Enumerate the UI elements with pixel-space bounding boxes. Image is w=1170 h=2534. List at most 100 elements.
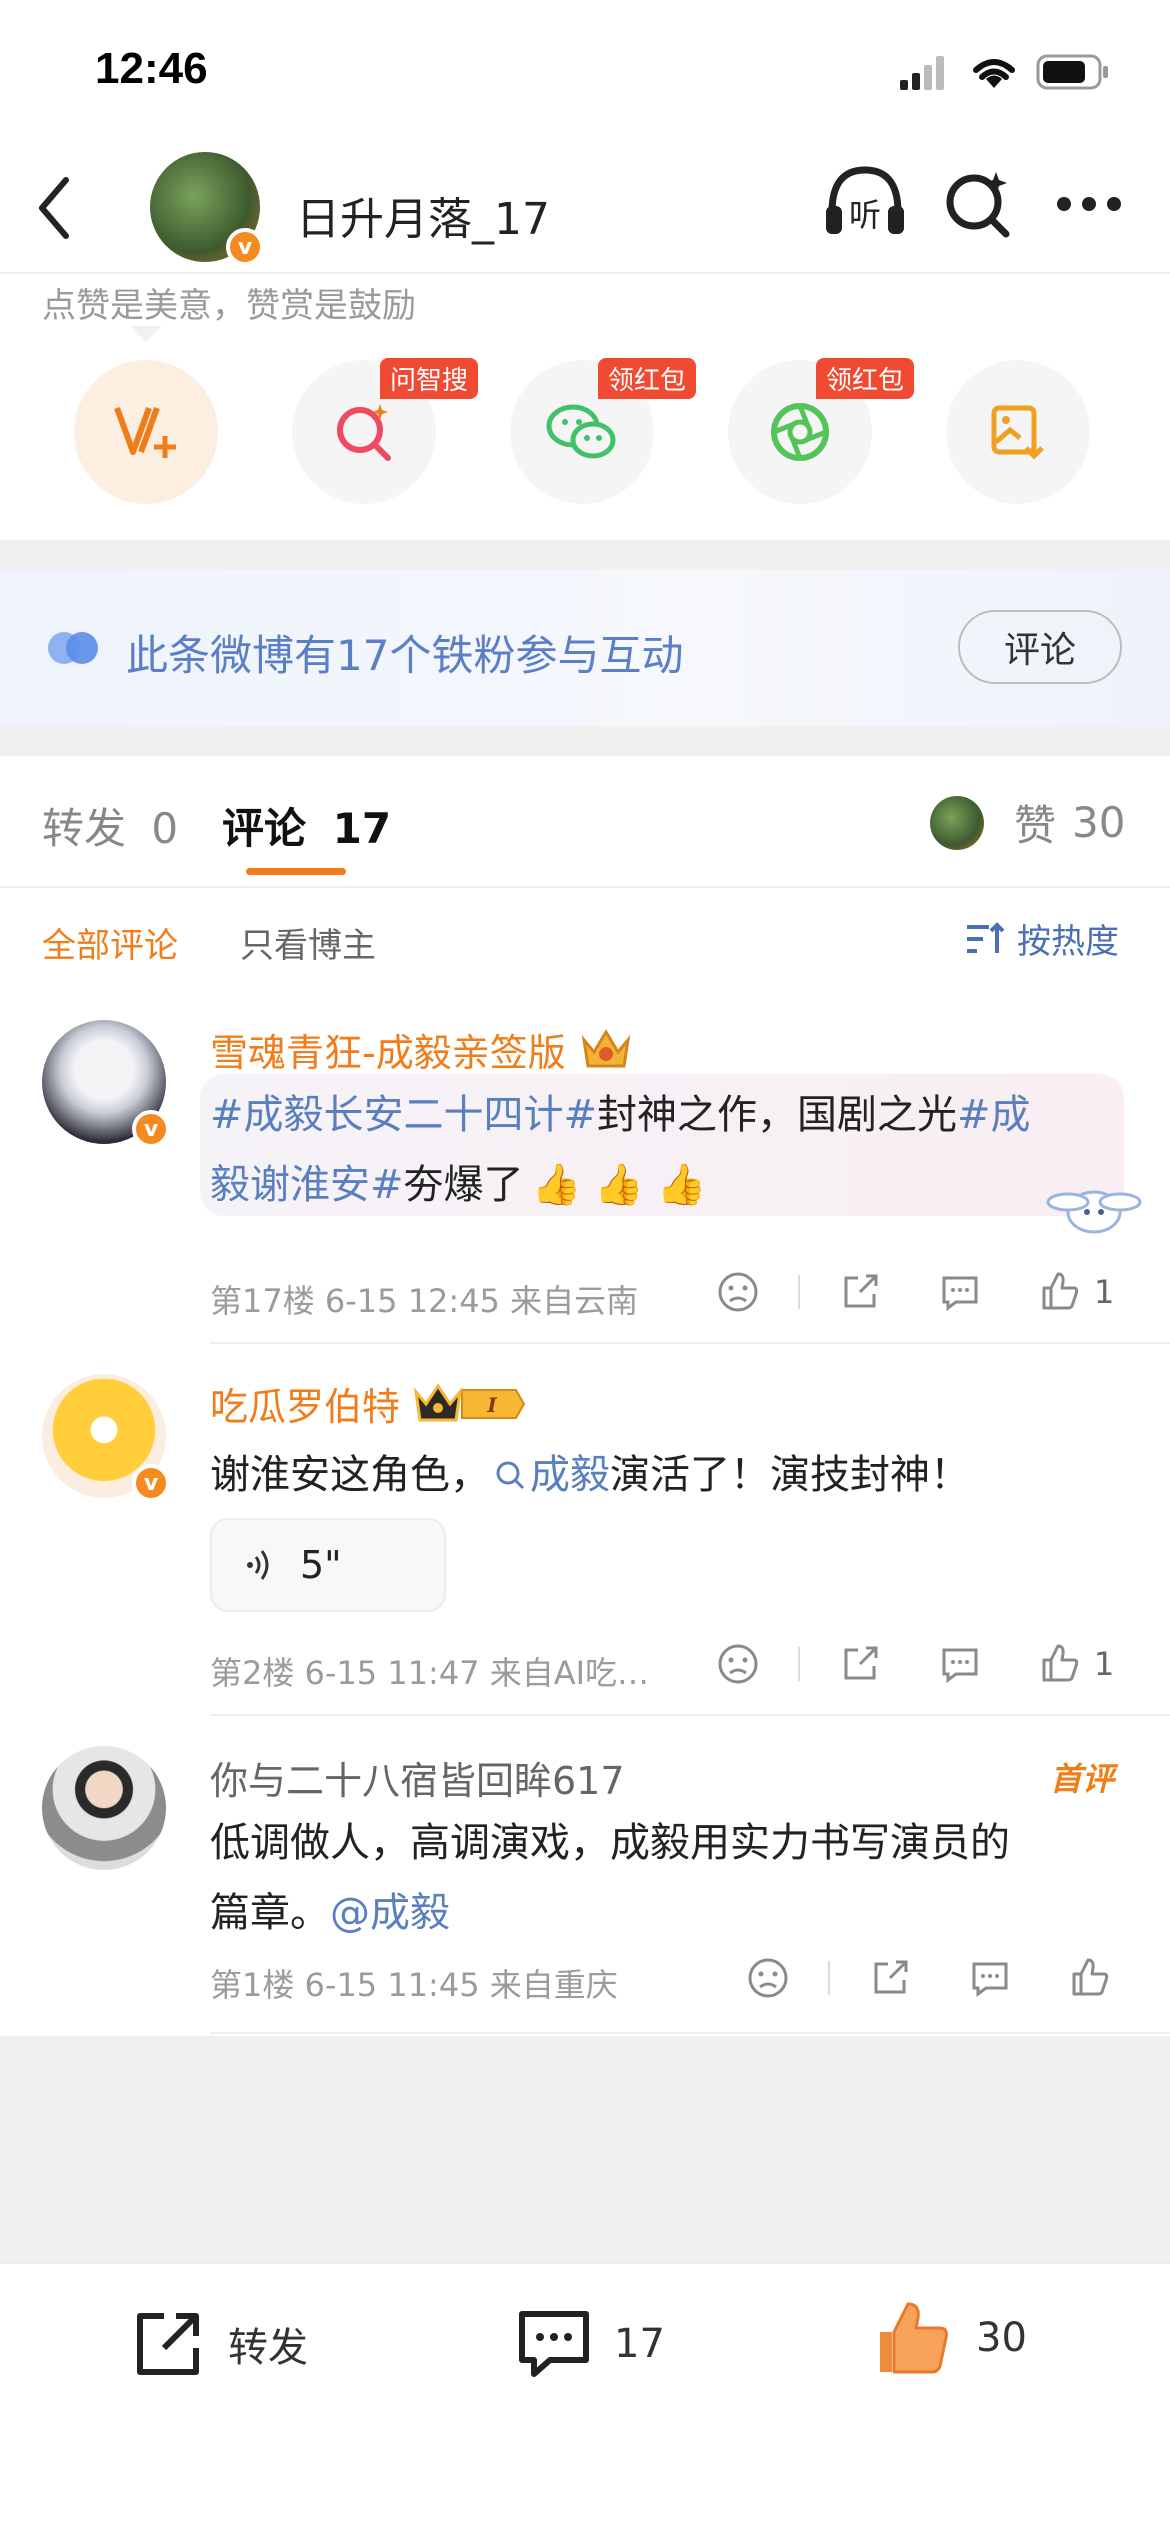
first-comment-badge: 首评 — [1050, 1760, 1115, 1798]
tab-comments[interactable]: 评论 17 — [222, 795, 391, 856]
comment-2-likes: 1 — [1094, 1645, 1115, 1683]
tabs-divider — [0, 886, 1170, 888]
fan-comment-button[interactable]: 评论 — [958, 610, 1122, 684]
more-icon[interactable] — [1056, 196, 1122, 216]
share-icon[interactable] — [838, 1270, 882, 1314]
ai-search-tag: 问智搜 — [380, 358, 479, 399]
comment-1-actions: 1 — [716, 1270, 1114, 1314]
section-gap — [0, 540, 1170, 570]
comment-2-meta: 第2楼 6-15 11:47 来自AI吃… — [210, 1654, 650, 1692]
comment-3-meta: 第1楼 6-15 11:45 来自重庆 — [210, 1966, 618, 2004]
voice-message[interactable]: 5" — [210, 1518, 446, 1612]
comment-icon — [519, 2311, 589, 2377]
action-separator — [828, 1961, 830, 1995]
comment-1-avatar[interactable]: v — [42, 1020, 170, 1148]
fan-banner-text: 此条微博有17个铁粉参与互动 — [126, 631, 684, 680]
liker-avatar — [930, 795, 984, 850]
bottom-like-count: 30 — [976, 2315, 1027, 2361]
comment-2-text: 谢淮安这角色， 成毅演活了！演技封神！ — [210, 1440, 1130, 1510]
tab-repost[interactable]: 转发 0 — [42, 795, 178, 856]
bottom-comment-button[interactable]: 17 — [514, 2304, 665, 2384]
fan-level-badge-icon: I — [413, 1382, 526, 1421]
repost-icon — [137, 2313, 199, 2375]
headphone-listen-icon[interactable]: 听 — [822, 160, 908, 244]
comment-2-actions: 1 — [716, 1642, 1114, 1686]
tab-comments-label: 评论 — [222, 804, 307, 853]
crown-badge-icon — [581, 1028, 631, 1067]
hashtag-link[interactable]: #成毅长安二十四计# — [210, 1092, 597, 1138]
comment-3-text-line1: 低调做人，高调演戏，成毅用实力书写演员的 — [210, 1820, 1010, 1866]
ai-search-icon[interactable] — [944, 168, 1014, 242]
battery-icon — [1036, 54, 1110, 94]
voice-wave-icon — [247, 1550, 269, 1580]
share-icon[interactable] — [868, 1956, 912, 2000]
verified-icon: v — [132, 1464, 170, 1502]
comment-2-text-tail: 演活了！演技封神！ — [610, 1452, 970, 1498]
bottom-comment-count: 17 — [614, 2321, 665, 2367]
nav-divider — [0, 272, 1170, 274]
fan-icon — [46, 628, 102, 672]
svg-text:I: I — [486, 1393, 497, 1417]
bottom-repost-button[interactable]: 转发 — [130, 2306, 308, 2382]
back-icon[interactable] — [34, 176, 74, 244]
save-image-button[interactable] — [946, 360, 1090, 504]
tab-active-indicator — [246, 868, 346, 875]
verified-icon: v — [226, 228, 264, 266]
red-packet-tag-2: 领红包 — [816, 358, 915, 399]
keyword-search-link[interactable]: 成毅 — [490, 1452, 610, 1498]
comment-1-likes: 1 — [1094, 1273, 1115, 1311]
reply-icon[interactable] — [938, 1642, 982, 1686]
dislike-face-icon[interactable] — [716, 1642, 760, 1686]
dislike-face-icon[interactable] — [716, 1270, 760, 1314]
tab-likes[interactable]: 赞 30 — [930, 792, 1125, 853]
sort-icon — [967, 921, 1005, 953]
author-avatar[interactable]: v — [150, 152, 264, 266]
hashtag-link-2b[interactable]: 毅谢淮安# — [210, 1162, 404, 1208]
filter-all-comments[interactable]: 全部评论 — [42, 918, 178, 967]
tip-pointer — [130, 326, 162, 342]
like-icon[interactable] — [1068, 1956, 1112, 2000]
thumbs-up-liked-icon — [880, 2302, 948, 2374]
mention-link[interactable]: @成毅 — [330, 1890, 450, 1936]
comment-1-meta: 第17楼 6-15 12:45 来自云南 — [210, 1282, 639, 1320]
comment-3-divider — [210, 2032, 1170, 2034]
hashtag-link-2[interactable]: #成 — [957, 1092, 1031, 1138]
vplus-button[interactable] — [74, 360, 218, 504]
bottom-like-button[interactable]: 30 — [870, 2296, 1027, 2380]
comment-1-header: 雪魂青狂-成毅亲签版 — [210, 1022, 634, 1077]
signal-icon — [900, 56, 946, 94]
cinnamoroll-sticker-icon — [1044, 1180, 1144, 1240]
comment-1-text-tail: 夯爆了 — [403, 1162, 524, 1208]
comment-3-avatar[interactable] — [42, 1746, 166, 1870]
reply-icon[interactable] — [968, 1956, 1012, 2000]
section-gap-2 — [0, 726, 1170, 756]
comment-3-username[interactable]: 你与二十八宿皆回眸617 — [210, 1750, 625, 1805]
empty-area — [0, 2036, 1170, 2262]
verified-icon: v — [132, 1110, 170, 1148]
voice-duration: 5" — [300, 1543, 342, 1587]
share-icon[interactable] — [838, 1642, 882, 1686]
filter-owner-only[interactable]: 只看博主 — [240, 918, 376, 967]
action-separator — [798, 1647, 800, 1681]
comment-3-text-line2: 篇章。 — [210, 1890, 330, 1936]
reward-tip: 点赞是美意，赞赏是鼓励 — [42, 286, 416, 326]
keyword-search-label: 成毅 — [530, 1452, 610, 1498]
like-icon[interactable] — [1038, 1270, 1082, 1314]
dislike-face-icon[interactable] — [746, 1956, 790, 2000]
reply-icon[interactable] — [938, 1270, 982, 1314]
sort-button[interactable]: 按热度 — [965, 914, 1119, 963]
bottom-repost-label: 转发 — [228, 2325, 308, 2371]
svg-text:听: 听 — [849, 196, 881, 234]
search-icon — [496, 1461, 525, 1490]
like-icon[interactable] — [1038, 1642, 1082, 1686]
comment-3-actions — [746, 1956, 1112, 2000]
tab-repost-label: 转发 — [42, 804, 127, 853]
tab-comments-count: 17 — [332, 804, 392, 853]
sort-label: 按热度 — [1017, 922, 1119, 962]
comment-1-text: #成毅长安二十四计#封神之作，国剧之光#成 毅谢淮安#夯爆了 👍 👍 👍 — [210, 1080, 1110, 1220]
comment-2-username[interactable]: 吃瓜罗伯特 — [210, 1376, 400, 1431]
comment-2-avatar[interactable]: v — [42, 1374, 170, 1502]
comment-2-header: 吃瓜罗伯特 I — [210, 1376, 526, 1431]
comment-1-username[interactable]: 雪魂青狂-成毅亲签版 — [210, 1022, 566, 1077]
comment-3-text: 低调做人，高调演戏，成毅用实力书写演员的 篇章。@成毅 — [210, 1808, 1130, 1948]
